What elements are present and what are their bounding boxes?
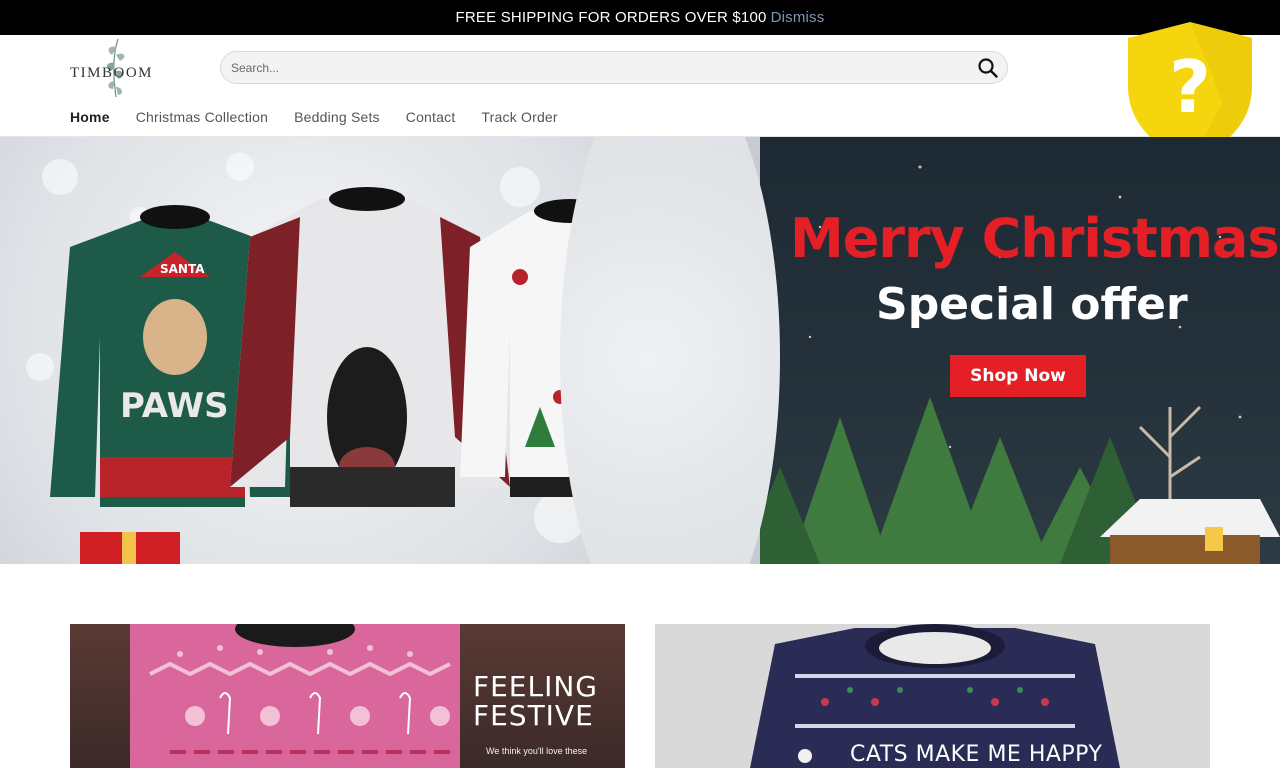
dismiss-link[interactable]: Dismiss: [771, 9, 825, 26]
card-title: FEELING FESTIVE: [473, 672, 598, 730]
announcement-bar: FREE SHIPPING FOR ORDERS OVER $100 Dismi…: [0, 0, 1280, 35]
hero-night-sky: [700, 137, 1280, 564]
shop-now-button[interactable]: Shop Now: [950, 355, 1086, 397]
nav-item-christmas-collection[interactable]: Christmas Collection: [136, 109, 268, 125]
hero-title: Merry Christmas: [790, 207, 1280, 270]
promo-cards: FEELING FESTIVE We think you'll love the…: [70, 624, 1210, 768]
promo-card-cats-sweater[interactable]: CATS MAKE ME HAPPY: [655, 624, 1210, 768]
nav-item-contact[interactable]: Contact: [406, 109, 456, 125]
sweater-text: CATS MAKE ME HAPPY: [850, 742, 1103, 767]
nav-item-track-order[interactable]: Track Order: [481, 109, 557, 125]
badge-glyph: ?: [1169, 45, 1211, 129]
search-bar: [220, 51, 1008, 84]
nav-item-bedding-sets[interactable]: Bedding Sets: [294, 109, 380, 125]
search-icon[interactable]: [977, 57, 999, 79]
search-input[interactable]: [231, 52, 971, 83]
hero-banner[interactable]: SANTA PAWS Merry Christmas Special offer…: [0, 137, 1280, 564]
main-nav: Home Christmas Collection Bedding Sets C…: [70, 109, 584, 125]
forest-illustration: [738, 165, 1280, 564]
card-title-line-1: FEELING: [473, 670, 598, 703]
hero-divider: [560, 137, 780, 564]
announcement-text: FREE SHIPPING FOR ORDERS OVER $100: [455, 9, 767, 26]
site-header: TIMBOOM Home Christmas Collection Beddin…: [0, 35, 1280, 137]
logo-text: TIMBOOM: [70, 65, 154, 81]
hat-label: SANTA: [160, 262, 205, 276]
hero-subtitle: Special offer: [876, 279, 1188, 330]
nav-item-home[interactable]: Home: [70, 109, 110, 125]
card-title-line-2: FESTIVE: [473, 699, 594, 732]
card-subtitle: We think you'll love these: [486, 746, 588, 756]
logo[interactable]: TIMBOOM: [70, 37, 160, 103]
promo-card-feeling-festive[interactable]: FEELING FESTIVE We think you'll love the…: [70, 624, 625, 768]
sweater-label: PAWS: [120, 386, 229, 426]
